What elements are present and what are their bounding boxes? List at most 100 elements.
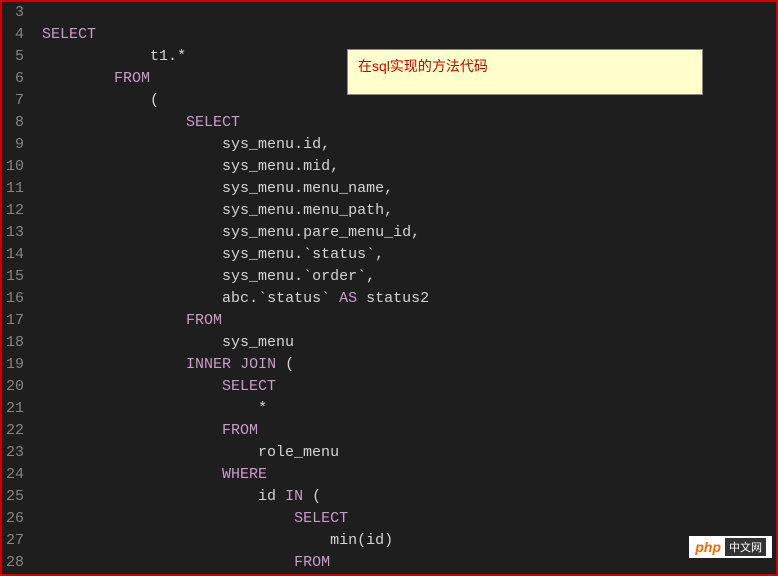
- code-token: sys_menu: [42, 246, 294, 263]
- code-line[interactable]: FROM: [42, 310, 776, 332]
- code-token: `order`: [303, 268, 366, 285]
- code-token: [42, 312, 186, 329]
- code-token: [42, 356, 186, 373]
- code-token: ,: [384, 202, 393, 219]
- code-token: pare_menu_id: [303, 224, 411, 241]
- code-line[interactable]: sys_menu.`status`,: [42, 244, 776, 266]
- code-token: [42, 400, 258, 417]
- code-token: [42, 532, 330, 549]
- code-token: .: [249, 290, 258, 307]
- code-token: [303, 488, 312, 505]
- code-line[interactable]: [42, 2, 776, 24]
- code-line[interactable]: sys_menu: [42, 332, 776, 354]
- code-line[interactable]: *: [42, 398, 776, 420]
- code-token: .: [294, 224, 303, 241]
- code-token: ,: [330, 158, 339, 175]
- code-token: .: [294, 202, 303, 219]
- code-token: (: [150, 92, 159, 109]
- line-number: 11: [6, 178, 24, 200]
- code-token: [42, 466, 222, 483]
- code-token: [42, 510, 294, 527]
- code-token: ,: [375, 246, 384, 263]
- line-gutter: 3456789101112131415161718192021222324252…: [2, 2, 32, 574]
- code-token: FROM: [186, 312, 222, 329]
- code-token: .: [168, 48, 177, 65]
- code-token: SELECT: [42, 26, 96, 43]
- line-number: 16: [6, 288, 24, 310]
- code-token: id: [42, 488, 285, 505]
- code-line[interactable]: SELECT: [42, 376, 776, 398]
- line-number: 17: [6, 310, 24, 332]
- code-token: status2: [357, 290, 429, 307]
- line-number: 28: [6, 552, 24, 574]
- code-token: [42, 378, 222, 395]
- code-token: .: [294, 268, 303, 285]
- code-token: JOIN: [240, 356, 276, 373]
- code-token: [330, 290, 339, 307]
- code-line[interactable]: sys_menu.`order`,: [42, 266, 776, 288]
- line-number: 7: [6, 90, 24, 112]
- code-token: min: [330, 532, 357, 549]
- line-number: 20: [6, 376, 24, 398]
- code-token: (: [312, 488, 321, 505]
- code-line[interactable]: sys_menu.id,: [42, 134, 776, 156]
- annotation-callout: 在sql实现的方法代码: [347, 49, 703, 95]
- code-token: .: [294, 158, 303, 175]
- code-line[interactable]: abc.`status` AS status2: [42, 288, 776, 310]
- code-token: .: [294, 246, 303, 263]
- code-token: INNER: [186, 356, 231, 373]
- code-line[interactable]: role_menu: [42, 442, 776, 464]
- code-line[interactable]: SELECT: [42, 112, 776, 134]
- annotation-text: 在sql实现的方法代码: [358, 58, 488, 74]
- code-token: SELECT: [222, 378, 276, 395]
- code-token: sys_menu: [42, 334, 294, 351]
- line-number: 12: [6, 200, 24, 222]
- code-line[interactable]: sys_menu.menu_path,: [42, 200, 776, 222]
- code-line[interactable]: FROM: [42, 420, 776, 442]
- code-token: [231, 356, 240, 373]
- code-token: t1: [42, 48, 168, 65]
- line-number: 9: [6, 134, 24, 156]
- code-line[interactable]: min(id): [42, 530, 776, 552]
- line-number: 26: [6, 508, 24, 530]
- code-token: AS: [339, 290, 357, 307]
- code-token: IN: [285, 488, 303, 505]
- code-token: id: [303, 136, 321, 153]
- code-token: [42, 92, 150, 109]
- code-token: [42, 554, 294, 571]
- code-line[interactable]: INNER JOIN (: [42, 354, 776, 376]
- code-line[interactable]: WHERE: [42, 464, 776, 486]
- code-line[interactable]: sys_menu.menu_name,: [42, 178, 776, 200]
- code-line[interactable]: sys_menu.mid,: [42, 156, 776, 178]
- code-line[interactable]: SELECT: [42, 508, 776, 530]
- line-number: 27: [6, 530, 24, 552]
- line-number: 6: [6, 68, 24, 90]
- watermark-logo: php: [695, 539, 721, 555]
- line-number: 23: [6, 442, 24, 464]
- code-token: ,: [321, 136, 330, 153]
- code-line[interactable]: id IN (: [42, 486, 776, 508]
- line-number: 18: [6, 332, 24, 354]
- code-token: sys_menu: [42, 180, 294, 197]
- code-token: (: [357, 532, 366, 549]
- code-token: role_menu: [42, 444, 339, 461]
- code-line[interactable]: FROM: [42, 552, 776, 574]
- code-token: [276, 356, 285, 373]
- line-number: 13: [6, 222, 24, 244]
- code-token: FROM: [222, 422, 258, 439]
- code-token: `status`: [258, 290, 330, 307]
- code-token: sys_menu: [42, 268, 294, 285]
- code-token: menu_name: [303, 180, 384, 197]
- code-line[interactable]: sys_menu.pare_menu_id,: [42, 222, 776, 244]
- code-token: *: [177, 48, 186, 65]
- code-token: id: [366, 532, 384, 549]
- code-token: FROM: [294, 554, 330, 571]
- line-number: 24: [6, 464, 24, 486]
- code-token: SELECT: [186, 114, 240, 131]
- code-token: sys_menu: [42, 224, 294, 241]
- code-token: .: [294, 136, 303, 153]
- line-number: 25: [6, 486, 24, 508]
- code-token: ,: [384, 180, 393, 197]
- code-line[interactable]: SELECT: [42, 24, 776, 46]
- code-token: abc: [42, 290, 249, 307]
